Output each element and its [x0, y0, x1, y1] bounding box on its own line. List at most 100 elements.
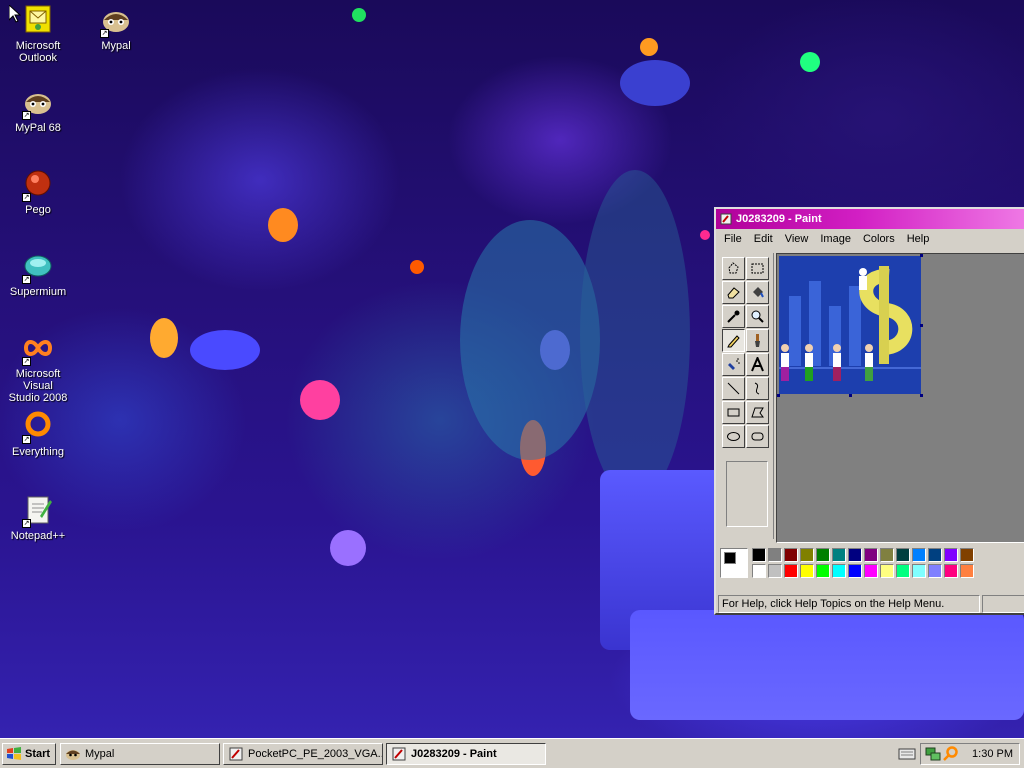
- wallpaper-decoration: [620, 60, 690, 106]
- pencil-icon: [727, 335, 740, 348]
- resize-handle[interactable]: [849, 394, 852, 397]
- palette-swatch[interactable]: [832, 548, 846, 562]
- menu-file[interactable]: File: [718, 233, 748, 245]
- desktop-icon-visual-studio-2008[interactable]: ↗ Microsoft Visual Studio 2008: [0, 332, 76, 404]
- window-title: J0283209 - Paint: [736, 213, 822, 225]
- resize-handle[interactable]: [920, 394, 923, 397]
- paint-window[interactable]: J0283209 - Paint File Edit View Image Co…: [714, 207, 1024, 615]
- palette-swatch[interactable]: [896, 548, 910, 562]
- palette-swatch[interactable]: [864, 548, 878, 562]
- drawing-canvas[interactable]: [779, 256, 921, 394]
- ellipse-tool[interactable]: [722, 425, 745, 448]
- shortcut-arrow-icon: ↗: [22, 435, 31, 444]
- resize-handle[interactable]: [920, 324, 923, 327]
- palette-swatch[interactable]: [784, 548, 798, 562]
- palette-swatch[interactable]: [928, 548, 942, 562]
- free-form-select-tool[interactable]: [722, 257, 745, 280]
- paint-title-bar[interactable]: J0283209 - Paint: [716, 209, 1024, 229]
- wallpaper-decoration: [460, 220, 600, 460]
- desktop-icon-mypal[interactable]: ↗ Mypal: [78, 4, 154, 52]
- desktop-icon-label: Microsoft Outlook: [15, 40, 61, 64]
- curve-tool[interactable]: [746, 377, 769, 400]
- pencil-tool[interactable]: [722, 329, 745, 352]
- palette-swatch[interactable]: [816, 564, 830, 578]
- menu-colors[interactable]: Colors: [857, 233, 901, 245]
- desktop-icon-notepad-plus-plus[interactable]: ↗ Notepad++: [0, 494, 76, 542]
- pick-color-tool[interactable]: [722, 305, 745, 328]
- wallpaper-decoration: [410, 260, 424, 274]
- wallpaper-decoration: [630, 610, 1024, 720]
- taskbar-button-pocketpc[interactable]: PocketPC_PE_2003_VGA...: [223, 743, 383, 765]
- palette-swatch[interactable]: [752, 548, 766, 562]
- eraser-tool[interactable]: [722, 281, 745, 304]
- rounded-rectangle-tool[interactable]: [746, 425, 769, 448]
- wallpaper-decoration: [330, 530, 366, 566]
- menu-view[interactable]: View: [779, 233, 815, 245]
- outlook-icon: [22, 4, 54, 36]
- palette-swatch[interactable]: [784, 564, 798, 578]
- palette-swatch[interactable]: [768, 564, 782, 578]
- palette-swatch[interactable]: [768, 548, 782, 562]
- palette-swatch[interactable]: [944, 548, 958, 562]
- foreground-color: [724, 552, 736, 564]
- palette-swatch[interactable]: [848, 564, 862, 578]
- palette-swatch[interactable]: [848, 548, 862, 562]
- status-coordinates-panel: [982, 595, 1024, 613]
- magnifier-tool[interactable]: [746, 305, 769, 328]
- line-tool[interactable]: [722, 377, 745, 400]
- desktop-icon-everything[interactable]: ↗ Everything: [0, 410, 76, 458]
- desktop-icon-mypal-68[interactable]: ↗ MyPal 68: [0, 86, 76, 134]
- desktop-icon-supermium[interactable]: ↗ Supermium: [0, 250, 76, 298]
- wallpaper-decoration: [190, 330, 260, 370]
- clock[interactable]: 1:30 PM: [972, 748, 1013, 760]
- menu-edit[interactable]: Edit: [748, 233, 779, 245]
- palette-swatch[interactable]: [816, 548, 830, 562]
- polygon-tool[interactable]: [746, 401, 769, 424]
- palette-swatch[interactable]: [864, 564, 878, 578]
- resize-handle[interactable]: [920, 254, 923, 257]
- resize-handle[interactable]: [777, 394, 780, 397]
- palette-swatch[interactable]: [960, 548, 974, 562]
- text-tool[interactable]: [746, 353, 769, 376]
- palette-swatch[interactable]: [896, 564, 910, 578]
- canvas-area: [776, 253, 1024, 543]
- palette-swatch[interactable]: [944, 564, 958, 578]
- palette-swatch[interactable]: [752, 564, 766, 578]
- menu-help[interactable]: Help: [901, 233, 936, 245]
- airbrush-tool[interactable]: [722, 353, 745, 376]
- palette-swatch[interactable]: [912, 564, 926, 578]
- desktop-icon-label: Microsoft Visual Studio 2008: [8, 368, 68, 404]
- brush-tool[interactable]: [746, 329, 769, 352]
- tool-options-panel[interactable]: [726, 461, 768, 527]
- desktop-icon-microsoft-outlook[interactable]: Microsoft Outlook: [0, 4, 76, 64]
- fill-with-color-tool[interactable]: [746, 281, 769, 304]
- wallpaper-decoration: [352, 8, 366, 22]
- keyboard-icon[interactable]: [898, 747, 916, 761]
- menu-image[interactable]: Image: [814, 233, 857, 245]
- palette-swatch[interactable]: [960, 564, 974, 578]
- visual-studio-icon: ↗: [22, 332, 54, 366]
- palette-swatch[interactable]: [928, 564, 942, 578]
- current-colors[interactable]: [720, 548, 748, 578]
- task-label: J0283209 - Paint: [411, 748, 497, 760]
- palette-swatch[interactable]: [912, 548, 926, 562]
- wallpaper-decoration: [640, 38, 658, 56]
- desktop-icon-label: MyPal 68: [15, 122, 61, 134]
- network-icon[interactable]: [925, 746, 941, 762]
- rectangle-tool[interactable]: [722, 401, 745, 424]
- desktop-icon-pego[interactable]: ↗ Pego: [0, 168, 76, 216]
- wallpaper-decoration: [300, 380, 340, 420]
- select-tool[interactable]: [746, 257, 769, 280]
- paint-menu-bar: File Edit View Image Colors Help: [716, 229, 1024, 249]
- palette-swatch[interactable]: [880, 564, 894, 578]
- start-button[interactable]: Start: [2, 743, 56, 765]
- taskbar-button-paint[interactable]: J0283209 - Paint: [386, 743, 546, 765]
- palette-swatch[interactable]: [800, 548, 814, 562]
- search-magnifier-icon[interactable]: [943, 746, 959, 762]
- palette-swatch[interactable]: [832, 564, 846, 578]
- palette-swatch[interactable]: [800, 564, 814, 578]
- taskbar-button-mypal[interactable]: Mypal: [60, 743, 220, 765]
- task-label: Mypal: [85, 748, 115, 760]
- palette-swatch[interactable]: [880, 548, 894, 562]
- rectangle-icon: [727, 408, 740, 417]
